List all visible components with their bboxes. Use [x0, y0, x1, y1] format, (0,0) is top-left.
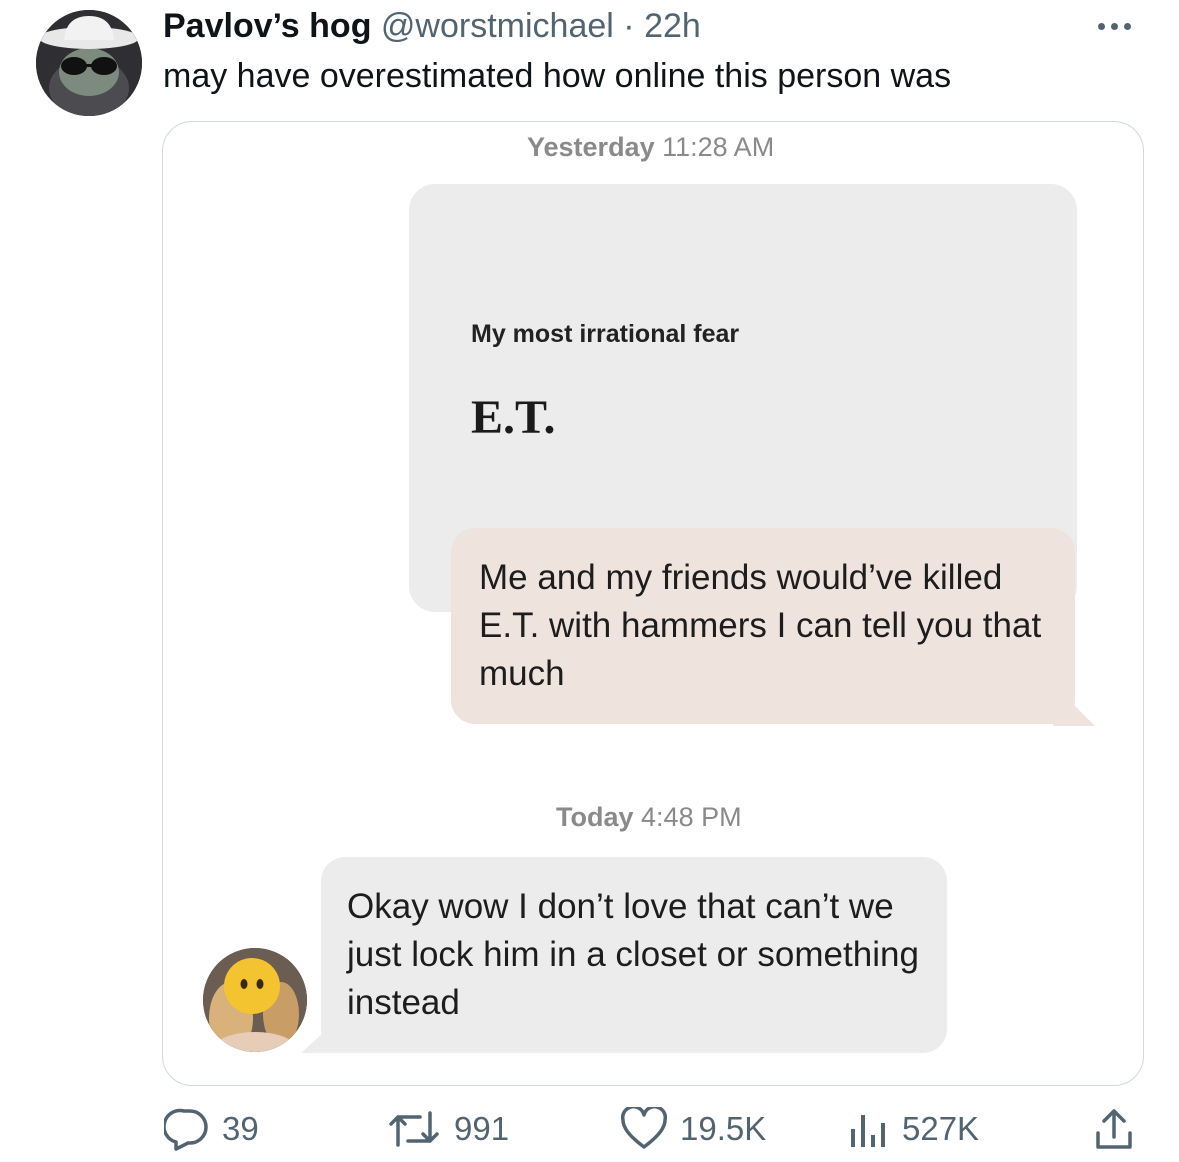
match-avatar	[203, 948, 307, 1052]
repost-icon	[389, 1111, 439, 1147]
cowboy-alien-avatar-icon	[36, 10, 142, 116]
timestamp-time: 4:48 PM	[641, 802, 742, 832]
tweet-media-image[interactable]: Yesterday 11:28 AM My most irrational fe…	[162, 121, 1144, 1086]
views-icon	[851, 1115, 885, 1147]
prompt-card-label: My most irrational fear	[471, 320, 740, 348]
reply-count: 39	[222, 1110, 259, 1147]
repost-count: 991	[454, 1110, 510, 1147]
timestamp-day: Yesterday	[527, 132, 655, 162]
author-avatar[interactable]	[36, 10, 142, 116]
chat-timestamp-yesterday: Yesterday 11:28 AM	[527, 132, 774, 163]
timestamp-time: 11:28 AM	[662, 132, 775, 162]
prompt-card-answer: E.T.	[471, 391, 556, 444]
heart-icon	[620, 1107, 668, 1149]
repost-button[interactable]: 991	[386, 1104, 509, 1154]
more-dots-icon	[1097, 22, 1105, 30]
like-count: 19.5K	[680, 1110, 767, 1147]
author-handle[interactable]: @worstmichael	[381, 7, 614, 45]
tweet-timestamp[interactable]: 22h	[644, 7, 701, 45]
outgoing-message-bubble: Me and my friends would’ve killed E.T. w…	[451, 528, 1075, 724]
timestamp-day: Today	[556, 802, 634, 832]
chat-timestamp-today: Today 4:48 PM	[556, 802, 742, 833]
share-button[interactable]	[1092, 1104, 1136, 1154]
views-count: 527K	[902, 1110, 980, 1147]
tweet-action-bar: 39 991 19.5K 527K	[0, 1104, 1179, 1154]
more-options-button[interactable]	[1091, 16, 1137, 36]
reply-button[interactable]: 39	[164, 1104, 259, 1154]
incoming-message-bubble: Okay wow I don’t love that can’t we just…	[321, 857, 947, 1053]
like-button[interactable]: 19.5K	[620, 1104, 766, 1154]
author-display-name[interactable]: Pavlov’s hog	[163, 7, 371, 45]
header-separator: ·	[623, 7, 635, 45]
tweet-header: Pavlov’s hog @worstmichael · 22h	[163, 6, 701, 46]
reply-icon	[164, 1108, 208, 1151]
share-icon	[1096, 1109, 1132, 1149]
tweet-text: may have overestimated how online this p…	[163, 57, 952, 95]
views-button[interactable]: 527K	[846, 1104, 979, 1154]
smiley-face-icon	[203, 948, 307, 1052]
